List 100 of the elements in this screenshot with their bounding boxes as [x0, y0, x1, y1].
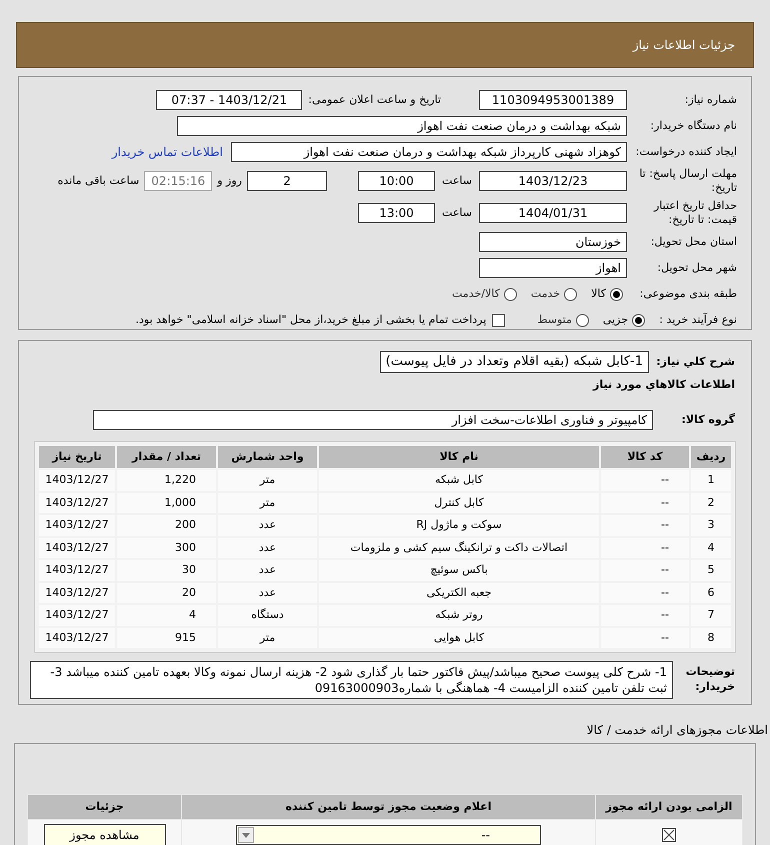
view-license-button[interactable]: مشاهده مجوز — [44, 824, 166, 845]
notes-box: 1- شرح کلی پیوست صحیح میباشد/پیش فاکتور حتما بار گذاری شود 2- هزینه ارسال نمونه وکالا بعهده تامین کننده میباشد 3-ثبت تلفن تامین کننده الزامیست 4- هماهنگی با شماره09163000903 — [30, 661, 673, 699]
text-field[interactable]: 02:15:16 — [144, 171, 212, 191]
field-label: ساعت — [441, 172, 473, 189]
text-field[interactable]: خوزستان — [479, 232, 627, 252]
table-cell: 200 — [117, 515, 216, 536]
table-cell: 4 — [117, 605, 216, 626]
table-cell: 915 — [117, 628, 216, 648]
field-label: خدمت — [530, 286, 560, 302]
table-cell: متر — [218, 492, 317, 513]
table-cell: -- — [601, 470, 689, 490]
field-label: شماره نیاز: — [684, 92, 737, 108]
field-label: ایجاد کننده درخواست: — [634, 144, 737, 160]
radio-button[interactable] — [632, 314, 645, 326]
table-cell: 7 — [691, 605, 731, 626]
dropdown[interactable]: -- — [236, 825, 541, 845]
field-label: ساعت — [441, 204, 473, 221]
table-cell: 300 — [117, 538, 216, 558]
table-cell: 2 — [691, 492, 731, 513]
table-cell: متر — [218, 470, 317, 490]
field-label: تاریخ و ساعت اعلان عمومی: — [308, 92, 441, 108]
field-label: متوسط — [537, 312, 572, 328]
field-label: پرداخت تمام یا بخشی از مبلغ خرید،از محل "اسناد خزانه اسلامی" خواهد بود. — [136, 312, 486, 328]
radio-button[interactable] — [564, 288, 578, 300]
table-cell: -- — [601, 605, 689, 626]
text-field[interactable]: 1-کابل شبکه (بقیه اقلام وتعداد در فایل پیوست) — [380, 351, 649, 373]
table-cell: 1403/12/27 — [39, 560, 115, 580]
column-header: کد کالا — [601, 446, 689, 468]
table-cell: اتصالات داکت و ترانکینگ سیم کشی و ملزومات — [319, 538, 599, 558]
field-label: شرح کلي نياز: — [655, 354, 735, 370]
table-cell: -- — [601, 582, 689, 603]
column-header: اعلام وضعیت مجوز توسط تامین کننده — [182, 795, 595, 819]
table-cell: دستگاه — [218, 605, 317, 626]
column-header: واحد شمارش — [218, 446, 317, 468]
column-header: تاریخ نیاز — [39, 446, 115, 468]
field-label: طبقه بندی موضوعی: — [638, 286, 737, 302]
table-cell: 4 — [691, 538, 731, 558]
field-label: کالا — [591, 286, 606, 302]
page-title: جزئیات اطلاعات نیاز — [632, 37, 735, 54]
text-field[interactable]: 1403/12/21 - 07:37 — [156, 90, 302, 110]
text-field[interactable]: 1103094953001389 — [479, 90, 627, 110]
field-label: نام دستگاه خریدار: — [649, 118, 737, 134]
text-field[interactable]: 13:00 — [358, 203, 435, 223]
field-label: کالا/خدمت — [452, 286, 500, 302]
table-cell: 1,220 — [117, 470, 216, 490]
text-field[interactable]: 1404/01/31 — [479, 203, 627, 223]
table-cell: عدد — [218, 560, 317, 580]
column-header: الزامی بودن ارائه مجوز — [596, 795, 742, 819]
table-cell: جعبه الکتریکی — [319, 582, 599, 603]
table-cell: عدد — [218, 538, 317, 558]
table-cell: -- — [601, 538, 689, 558]
table-cell: -- — [601, 515, 689, 536]
table-cell: 1,000 — [117, 492, 216, 513]
table-cell: کابل کنترل — [319, 492, 599, 513]
table-cell: سوکت و ماژول RJ — [319, 515, 599, 536]
field-label: جزیی — [602, 312, 628, 328]
text-field[interactable]: کامپیوتر و فناوری اطلاعات-سخت افزار — [93, 410, 653, 430]
checkbox[interactable] — [492, 314, 506, 326]
table-cell: 1403/12/27 — [39, 582, 115, 603]
radio-button[interactable] — [610, 288, 623, 300]
column-header: جزئیات — [28, 795, 181, 819]
table-cell: -- — [601, 492, 689, 513]
column-header: تعداد / مقدار — [117, 446, 216, 468]
table-cell: متر — [218, 628, 317, 648]
field-label: شهر محل تحویل: — [656, 260, 737, 276]
table-cell: 1403/12/27 — [39, 515, 115, 536]
field-label: توضیحات خریدار: — [684, 664, 735, 694]
table-cell: روتر شبکه — [319, 605, 599, 626]
text-field[interactable]: کوهزاد شهنی کارپرداز شبکه بهداشت و درمان صنعت نفت اهواز — [231, 142, 627, 162]
table-cell: عدد — [218, 582, 317, 603]
table-cell: کابل هوایی — [319, 628, 599, 648]
table-cell: 1403/12/27 — [39, 538, 115, 558]
text-field[interactable]: اهواز — [479, 258, 627, 278]
table-cell: 8 — [691, 628, 731, 648]
table-cell: 5 — [691, 560, 731, 580]
text-field[interactable]: 10:00 — [358, 171, 435, 191]
table-cell: کابل شبکه — [319, 470, 599, 490]
text-field[interactable]: شبکه بهداشت و درمان صنعت نفت اهواز — [177, 116, 627, 136]
field-label: حداقل تاریخ اعتبار قیمت: تا تاریخ: — [652, 199, 737, 227]
column-header: ردیف — [691, 446, 731, 468]
section-title: اطلاعات مجوزهای ارائه خدمت / کالا — [586, 722, 768, 739]
column-header: نام کالا — [319, 446, 599, 468]
table-cell: 1 — [691, 470, 731, 490]
field-label: مهلت ارسال پاسخ: تا تاریخ: — [638, 167, 737, 195]
text-field[interactable]: 2 — [247, 171, 327, 191]
table-cell: 30 — [117, 560, 216, 580]
radio-button[interactable] — [576, 314, 589, 326]
table-cell: -- — [601, 628, 689, 648]
field-label: استان محل تحویل: — [650, 234, 737, 250]
field-label: اطلاعات کالاهاي مورد نياز — [593, 376, 735, 393]
field-label: روز و — [217, 172, 242, 189]
table-cell: 1403/12/27 — [39, 605, 115, 626]
table-cell: عدد — [218, 515, 317, 536]
contact-link[interactable]: اطلاعات تماس خریدار — [112, 143, 223, 161]
text-field[interactable]: 1403/12/23 — [479, 171, 627, 191]
table-cell: -- — [601, 560, 689, 580]
radio-button[interactable] — [504, 288, 517, 300]
table-cell: 3 — [691, 515, 731, 536]
field-label: ساعت باقی مانده — [58, 172, 140, 189]
table-cell: 1403/12/27 — [39, 628, 115, 648]
